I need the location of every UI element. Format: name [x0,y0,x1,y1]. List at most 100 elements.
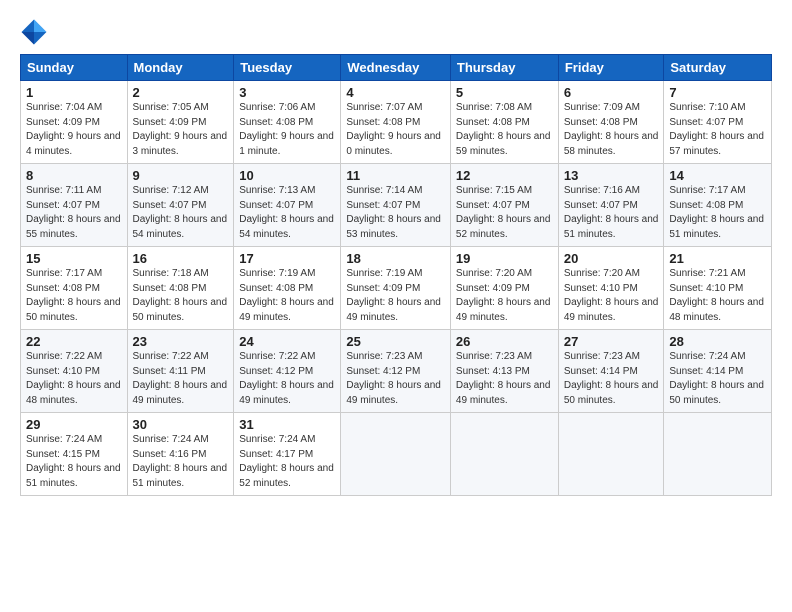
day-cell-30: 30Sunrise: 7:24 AMSunset: 4:16 PMDayligh… [127,413,234,496]
day-number-18: 18 [346,251,445,266]
day-number-28: 28 [669,334,766,349]
day-info-31: Sunrise: 7:24 AMSunset: 4:17 PMDaylight:… [239,433,335,491]
empty-cell [341,413,451,496]
day-number-27: 27 [564,334,659,349]
day-info-28: Sunrise: 7:24 AMSunset: 4:14 PMDaylight:… [669,350,766,408]
day-cell-9: 9Sunrise: 7:12 AMSunset: 4:07 PMDaylight… [127,164,234,247]
day-info-16: Sunrise: 7:18 AMSunset: 4:08 PMDaylight:… [133,267,229,325]
day-info-20: Sunrise: 7:20 AMSunset: 4:10 PMDaylight:… [564,267,659,325]
day-number-29: 29 [26,417,122,432]
day-number-2: 2 [133,85,229,100]
day-number-14: 14 [669,168,766,183]
day-info-22: Sunrise: 7:22 AMSunset: 4:10 PMDaylight:… [26,350,122,408]
day-cell-22: 22Sunrise: 7:22 AMSunset: 4:10 PMDayligh… [21,330,128,413]
weekday-header-sunday: Sunday [21,55,128,81]
day-info-6: Sunrise: 7:09 AMSunset: 4:08 PMDaylight:… [564,101,659,159]
weekday-header-tuesday: Tuesday [234,55,341,81]
day-cell-1: 1Sunrise: 7:04 AMSunset: 4:09 PMDaylight… [21,81,128,164]
week-row-4: 22Sunrise: 7:22 AMSunset: 4:10 PMDayligh… [21,330,772,413]
day-number-26: 26 [456,334,553,349]
weekday-header-thursday: Thursday [450,55,558,81]
day-cell-14: 14Sunrise: 7:17 AMSunset: 4:08 PMDayligh… [664,164,772,247]
weekday-header-friday: Friday [558,55,664,81]
day-number-22: 22 [26,334,122,349]
day-cell-7: 7Sunrise: 7:10 AMSunset: 4:07 PMDaylight… [664,81,772,164]
calendar-table: SundayMondayTuesdayWednesdayThursdayFrid… [20,54,772,496]
day-cell-20: 20Sunrise: 7:20 AMSunset: 4:10 PMDayligh… [558,247,664,330]
day-info-17: Sunrise: 7:19 AMSunset: 4:08 PMDaylight:… [239,267,335,325]
day-info-24: Sunrise: 7:22 AMSunset: 4:12 PMDaylight:… [239,350,335,408]
day-cell-19: 19Sunrise: 7:20 AMSunset: 4:09 PMDayligh… [450,247,558,330]
week-row-1: 1Sunrise: 7:04 AMSunset: 4:09 PMDaylight… [21,81,772,164]
day-info-5: Sunrise: 7:08 AMSunset: 4:08 PMDaylight:… [456,101,553,159]
day-cell-25: 25Sunrise: 7:23 AMSunset: 4:12 PMDayligh… [341,330,451,413]
day-cell-3: 3Sunrise: 7:06 AMSunset: 4:08 PMDaylight… [234,81,341,164]
day-number-15: 15 [26,251,122,266]
day-info-30: Sunrise: 7:24 AMSunset: 4:16 PMDaylight:… [133,433,229,491]
logo [20,18,52,46]
week-row-5: 29Sunrise: 7:24 AMSunset: 4:15 PMDayligh… [21,413,772,496]
day-cell-29: 29Sunrise: 7:24 AMSunset: 4:15 PMDayligh… [21,413,128,496]
day-number-8: 8 [26,168,122,183]
day-info-29: Sunrise: 7:24 AMSunset: 4:15 PMDaylight:… [26,433,122,491]
day-number-19: 19 [456,251,553,266]
day-cell-10: 10Sunrise: 7:13 AMSunset: 4:07 PMDayligh… [234,164,341,247]
day-info-13: Sunrise: 7:16 AMSunset: 4:07 PMDaylight:… [564,184,659,242]
day-info-19: Sunrise: 7:20 AMSunset: 4:09 PMDaylight:… [456,267,553,325]
day-cell-27: 27Sunrise: 7:23 AMSunset: 4:14 PMDayligh… [558,330,664,413]
week-row-2: 8Sunrise: 7:11 AMSunset: 4:07 PMDaylight… [21,164,772,247]
day-cell-2: 2Sunrise: 7:05 AMSunset: 4:09 PMDaylight… [127,81,234,164]
day-info-4: Sunrise: 7:07 AMSunset: 4:08 PMDaylight:… [346,101,445,159]
day-info-11: Sunrise: 7:14 AMSunset: 4:07 PMDaylight:… [346,184,445,242]
weekday-header-wednesday: Wednesday [341,55,451,81]
day-number-4: 4 [346,85,445,100]
day-cell-6: 6Sunrise: 7:09 AMSunset: 4:08 PMDaylight… [558,81,664,164]
day-cell-8: 8Sunrise: 7:11 AMSunset: 4:07 PMDaylight… [21,164,128,247]
day-cell-11: 11Sunrise: 7:14 AMSunset: 4:07 PMDayligh… [341,164,451,247]
day-cell-12: 12Sunrise: 7:15 AMSunset: 4:07 PMDayligh… [450,164,558,247]
day-info-26: Sunrise: 7:23 AMSunset: 4:13 PMDaylight:… [456,350,553,408]
day-number-10: 10 [239,168,335,183]
weekday-header-row: SundayMondayTuesdayWednesdayThursdayFrid… [21,55,772,81]
day-cell-24: 24Sunrise: 7:22 AMSunset: 4:12 PMDayligh… [234,330,341,413]
day-cell-23: 23Sunrise: 7:22 AMSunset: 4:11 PMDayligh… [127,330,234,413]
day-number-23: 23 [133,334,229,349]
day-info-10: Sunrise: 7:13 AMSunset: 4:07 PMDaylight:… [239,184,335,242]
day-number-5: 5 [456,85,553,100]
empty-cell [450,413,558,496]
day-number-31: 31 [239,417,335,432]
day-number-24: 24 [239,334,335,349]
day-number-3: 3 [239,85,335,100]
header [20,18,772,46]
day-cell-28: 28Sunrise: 7:24 AMSunset: 4:14 PMDayligh… [664,330,772,413]
day-cell-26: 26Sunrise: 7:23 AMSunset: 4:13 PMDayligh… [450,330,558,413]
page: SundayMondayTuesdayWednesdayThursdayFrid… [0,0,792,612]
day-number-13: 13 [564,168,659,183]
day-number-17: 17 [239,251,335,266]
day-info-1: Sunrise: 7:04 AMSunset: 4:09 PMDaylight:… [26,101,122,159]
day-info-15: Sunrise: 7:17 AMSunset: 4:08 PMDaylight:… [26,267,122,325]
day-number-21: 21 [669,251,766,266]
day-info-27: Sunrise: 7:23 AMSunset: 4:14 PMDaylight:… [564,350,659,408]
day-cell-17: 17Sunrise: 7:19 AMSunset: 4:08 PMDayligh… [234,247,341,330]
day-cell-21: 21Sunrise: 7:21 AMSunset: 4:10 PMDayligh… [664,247,772,330]
day-cell-5: 5Sunrise: 7:08 AMSunset: 4:08 PMDaylight… [450,81,558,164]
day-info-21: Sunrise: 7:21 AMSunset: 4:10 PMDaylight:… [669,267,766,325]
day-number-11: 11 [346,168,445,183]
day-info-18: Sunrise: 7:19 AMSunset: 4:09 PMDaylight:… [346,267,445,325]
day-cell-16: 16Sunrise: 7:18 AMSunset: 4:08 PMDayligh… [127,247,234,330]
day-number-16: 16 [133,251,229,266]
weekday-header-monday: Monday [127,55,234,81]
day-cell-18: 18Sunrise: 7:19 AMSunset: 4:09 PMDayligh… [341,247,451,330]
day-cell-31: 31Sunrise: 7:24 AMSunset: 4:17 PMDayligh… [234,413,341,496]
day-info-23: Sunrise: 7:22 AMSunset: 4:11 PMDaylight:… [133,350,229,408]
day-number-25: 25 [346,334,445,349]
empty-cell [664,413,772,496]
day-number-7: 7 [669,85,766,100]
day-info-8: Sunrise: 7:11 AMSunset: 4:07 PMDaylight:… [26,184,122,242]
day-number-30: 30 [133,417,229,432]
logo-icon [20,18,48,46]
day-number-6: 6 [564,85,659,100]
weekday-header-saturday: Saturday [664,55,772,81]
day-number-1: 1 [26,85,122,100]
